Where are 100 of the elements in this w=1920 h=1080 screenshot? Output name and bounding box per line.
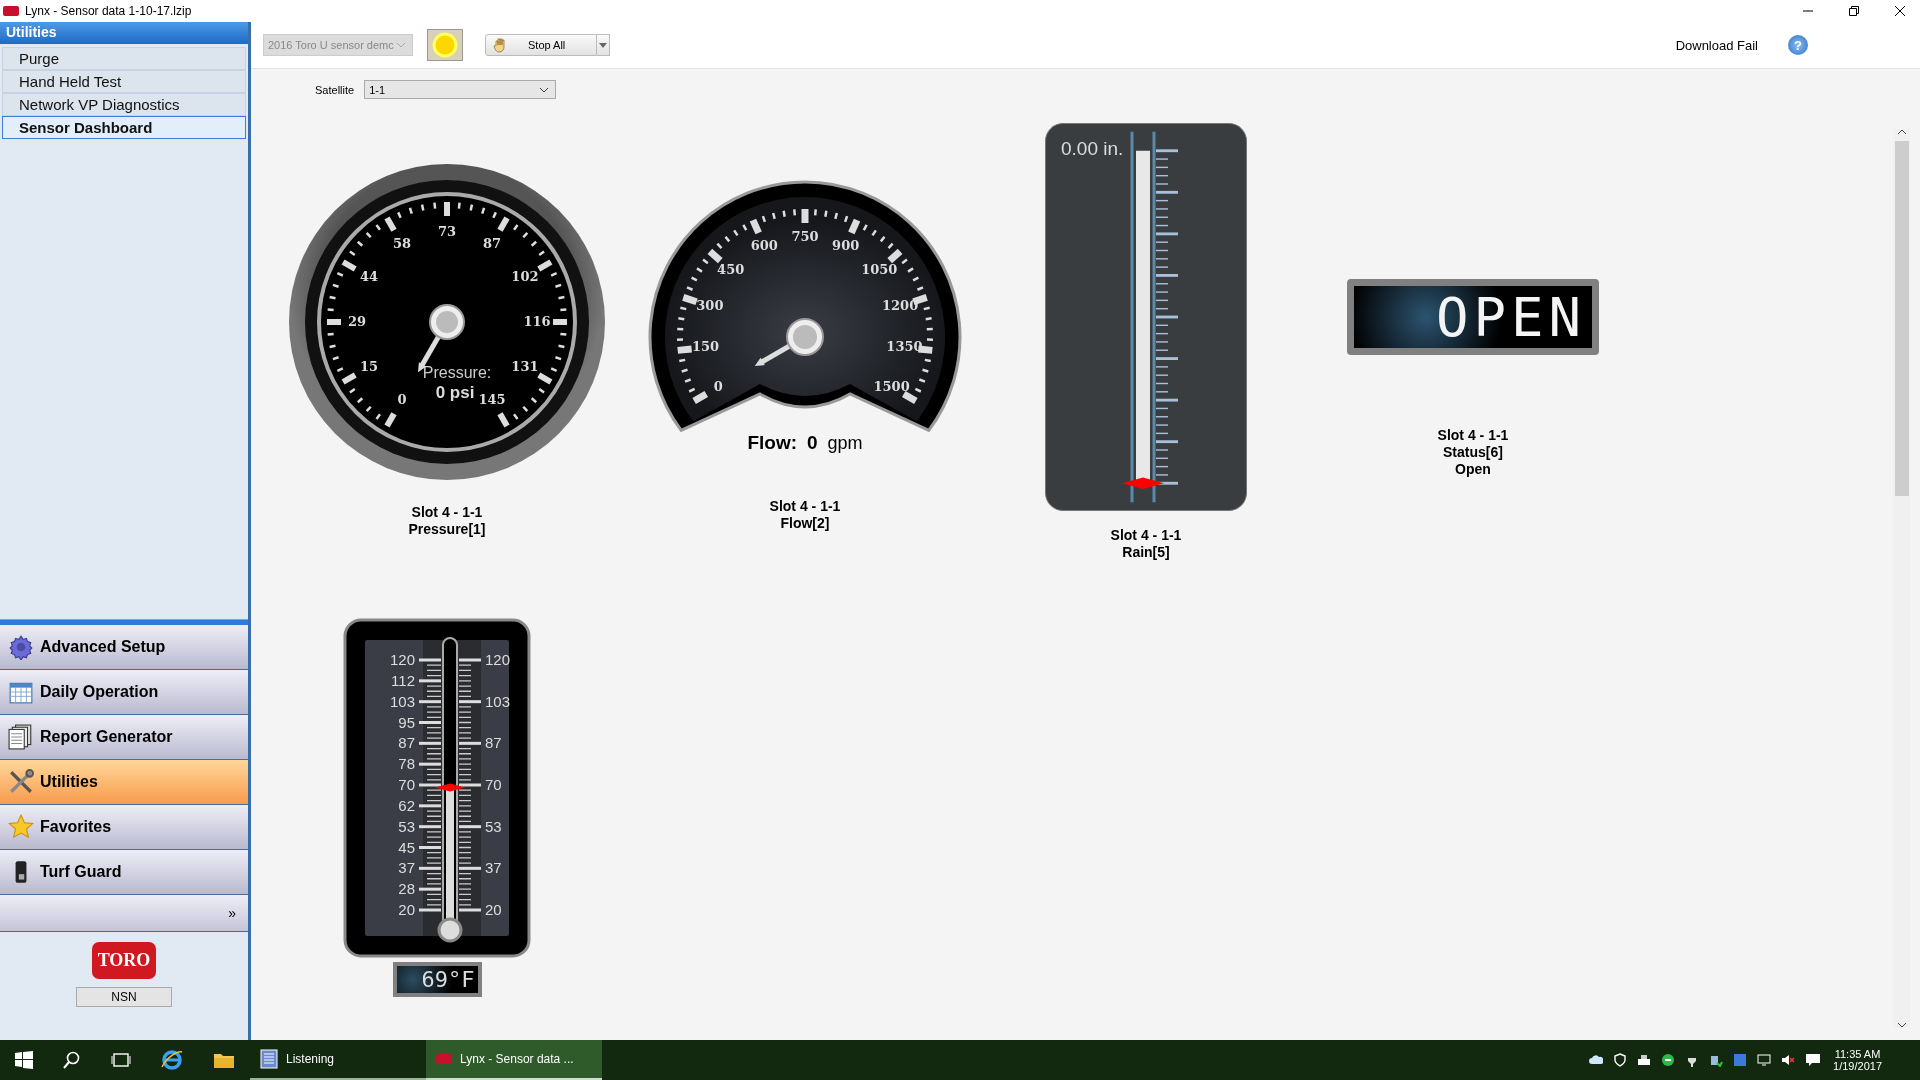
sidebar-header: Utilities [0, 22, 248, 44]
clock-time: 11:35 AM [1834, 1048, 1881, 1060]
more-buttons-toggle[interactable]: » [0, 895, 248, 932]
hand-icon [492, 37, 508, 53]
tick-label: 20 [485, 901, 502, 918]
tick-label: 300 [696, 298, 724, 314]
nav-button[interactable]: Advanced Setup [0, 625, 248, 670]
display-icon[interactable] [1757, 1053, 1772, 1067]
sun-icon [432, 32, 458, 58]
clock-date: 1/19/2017 [1833, 1060, 1882, 1072]
tick-label: 78 [398, 755, 415, 773]
close-icon[interactable] [1894, 5, 1906, 17]
tick-label: 1500 [873, 379, 910, 394]
scrollbar[interactable] [1893, 129, 1910, 1028]
sensor-label: Rain[5] [1122, 544, 1170, 561]
tick-label: 131 [511, 359, 539, 374]
tick-label: 58 [392, 236, 412, 252]
speaker-muted-icon[interactable] [1781, 1053, 1796, 1067]
window-title: Lynx - Sensor data 1-10-17.lzip [25, 4, 192, 18]
gauge-caption: Flow: [747, 432, 797, 454]
network-icon[interactable] [1637, 1053, 1652, 1067]
tick-label: 120 [485, 651, 511, 668]
app-tray-icon[interactable] [1733, 1053, 1748, 1067]
restore-icon[interactable] [1848, 5, 1860, 17]
folder-icon[interactable] [213, 1051, 235, 1069]
tick-label: 102 [511, 269, 539, 284]
sidebar-item[interactable]: Hand Held Test [2, 70, 246, 93]
tick-label: 120 [389, 651, 415, 668]
gauge-reading: 0 [807, 432, 818, 454]
tools-icon [8, 769, 34, 795]
nav-button[interactable]: Report Generator [0, 715, 248, 760]
nav-button[interactable]: Favorites [0, 805, 248, 850]
stop-all-button[interactable]: Stop All [485, 34, 597, 56]
taskbar-app[interactable]: Listening [250, 1040, 426, 1080]
notification-icon[interactable] [1805, 1053, 1822, 1067]
app-logo-icon [3, 6, 19, 16]
gauge-reading: 0 psi [435, 383, 475, 402]
tick-label: 15 [360, 359, 379, 374]
tick-label: 900 [832, 237, 860, 253]
tick-label: 95 [398, 713, 415, 731]
status-display: OPEN [1347, 279, 1599, 355]
unit-label: gpm [827, 433, 863, 454]
tick-label: 103 [485, 692, 511, 710]
sidebar-item[interactable]: Purge [2, 47, 246, 70]
dropdown-arrow-button[interactable] [597, 34, 610, 56]
gauge-reading: 0.00 in. [1061, 138, 1124, 160]
taskbar-app[interactable]: Lynx - Sensor data ... [426, 1040, 602, 1080]
nav-button[interactable]: Utilities [0, 760, 248, 805]
tick-label: 45 [398, 838, 415, 856]
windows-start-icon[interactable] [15, 1051, 33, 1069]
status-light-button[interactable] [427, 29, 463, 61]
splitter-handle[interactable] [0, 619, 248, 625]
tick-label: 103 [389, 692, 415, 710]
tick-label: 44 [360, 269, 379, 284]
scroll-thumb[interactable] [1894, 141, 1909, 496]
tick-label: 116 [523, 314, 551, 329]
sensor-label: Open [1455, 461, 1491, 478]
shield-icon[interactable] [1613, 1053, 1628, 1067]
tick-label: 150 [692, 339, 720, 355]
tick-label: 73 [437, 224, 457, 239]
satellite-label: Satellite [315, 83, 355, 96]
sensor-label: Slot 4 - 1-1 [1437, 427, 1509, 444]
temperature-display: 69°F [392, 962, 482, 997]
tick-label: 87 [398, 734, 415, 752]
gauge-caption: Pressure: [422, 364, 492, 381]
usb-icon[interactable] [1709, 1053, 1724, 1067]
search-icon[interactable] [63, 1051, 81, 1069]
sensor-label: Pressure[1] [408, 521, 486, 538]
sensor-label: Slot 4 - 1-1 [411, 504, 483, 521]
tick-label: 0 [713, 379, 723, 394]
tick-label: 53 [485, 817, 502, 835]
task-view-icon[interactable] [111, 1052, 131, 1068]
nav-button[interactable]: Turf Guard [0, 850, 248, 895]
sensor-label: Slot 4 - 1-1 [1110, 527, 1182, 544]
tick-label: 70 [398, 776, 415, 793]
tick-label: 87 [482, 236, 502, 252]
document-stack-icon [8, 724, 34, 750]
tick-label: 62 [398, 796, 415, 814]
sensor-label: Flow[2] [780, 515, 830, 532]
needle-hub [429, 304, 465, 340]
tick-label: 53 [398, 817, 415, 835]
tick-label: 29 [347, 314, 367, 329]
tick-label: 37 [485, 859, 502, 877]
tick-label: 112 [391, 671, 415, 689]
tick-label: 28 [398, 880, 415, 898]
scroll-down-icon[interactable] [1896, 1022, 1907, 1028]
tick-label: 0 [397, 391, 407, 407]
cloud-icon[interactable] [1589, 1053, 1604, 1067]
sidebar-item[interactable]: Sensor Dashboard [2, 116, 246, 139]
tick-label: 750 [791, 229, 819, 244]
sidebar-item[interactable]: Network VP Diagnostics [2, 93, 246, 116]
nav-button[interactable]: Daily Operation [0, 670, 248, 715]
satellite-dropdown[interactable]: 1-1 [364, 80, 557, 99]
sensor-label: Status[6] [1443, 444, 1503, 461]
tick-label: 600 [750, 237, 778, 253]
tick-label: 20 [398, 901, 415, 918]
tick-label: 37 [398, 859, 415, 877]
tick-label: 145 [478, 391, 506, 407]
browser-icon[interactable] [161, 1049, 183, 1071]
scroll-up-icon[interactable] [1896, 129, 1907, 135]
